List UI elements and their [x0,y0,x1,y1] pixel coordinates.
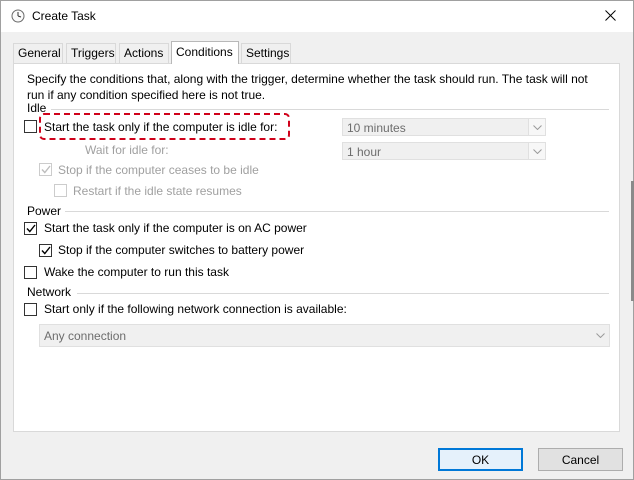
wait-duration-value: 1 hour [347,145,382,159]
checkmark-icon [40,246,51,255]
close-button[interactable] [587,1,633,32]
checkmark-icon [40,165,51,174]
tab-triggers[interactable]: Triggers [66,43,116,63]
network-checkbox[interactable] [24,303,37,316]
network-connection-value: Any connection [44,329,127,343]
tab-conditions[interactable]: Conditions [171,41,239,64]
ac-power-checkbox[interactable] [24,222,37,235]
ac-power-label: Start the task only if the computer is o… [44,221,307,235]
battery-stop-checkbox[interactable] [39,244,52,257]
create-task-dialog: Create Task General Triggers Actions Con… [0,0,634,480]
intro-text: Specify the conditions that, along with … [27,72,588,102]
idle-group-label: Idle [27,101,47,115]
chevron-down-icon [592,325,609,346]
stop-if-ceases-label: Stop if the computer ceases to be idle [58,163,259,177]
restart-if-resumes-label: Restart if the idle state resumes [73,184,242,198]
wake-computer-checkbox[interactable] [24,266,37,279]
close-icon [604,9,616,24]
restart-if-resumes-checkbox[interactable] [54,184,67,197]
power-separator [65,211,609,212]
network-group-label: Network [27,285,72,299]
ok-button[interactable]: OK [438,448,523,471]
idle-duration-select[interactable]: 10 minutes [342,118,546,136]
tab-general[interactable]: General [13,43,63,63]
power-group-label: Power [27,204,62,218]
wait-duration-select[interactable]: 1 hour [342,142,546,160]
stop-if-ceases-checkbox[interactable] [39,163,52,176]
network-separator [77,293,609,294]
wake-computer-label: Wake the computer to run this task [44,265,229,279]
idle-duration-value: 10 minutes [347,121,406,135]
network-connection-select[interactable]: Any connection [39,324,610,347]
window-title: Create Task [32,9,96,23]
tab-actions[interactable]: Actions [119,43,169,63]
start-if-idle-checkbox[interactable] [24,120,37,133]
battery-stop-label: Stop if the computer switches to battery… [58,243,305,257]
idle-separator [51,109,609,110]
title-bar: Create Task [1,1,633,32]
clock-icon [11,9,25,23]
chevron-down-icon [528,143,545,159]
start-if-idle-label: Start the task only if the computer is i… [44,120,278,134]
checkmark-icon [25,224,36,233]
cancel-button[interactable]: Cancel [538,448,623,471]
chevron-down-icon [528,119,545,135]
wait-for-idle-label: Wait for idle for: [85,143,169,157]
network-label: Start only if the following network conn… [44,302,347,316]
tab-settings[interactable]: Settings [241,43,291,63]
